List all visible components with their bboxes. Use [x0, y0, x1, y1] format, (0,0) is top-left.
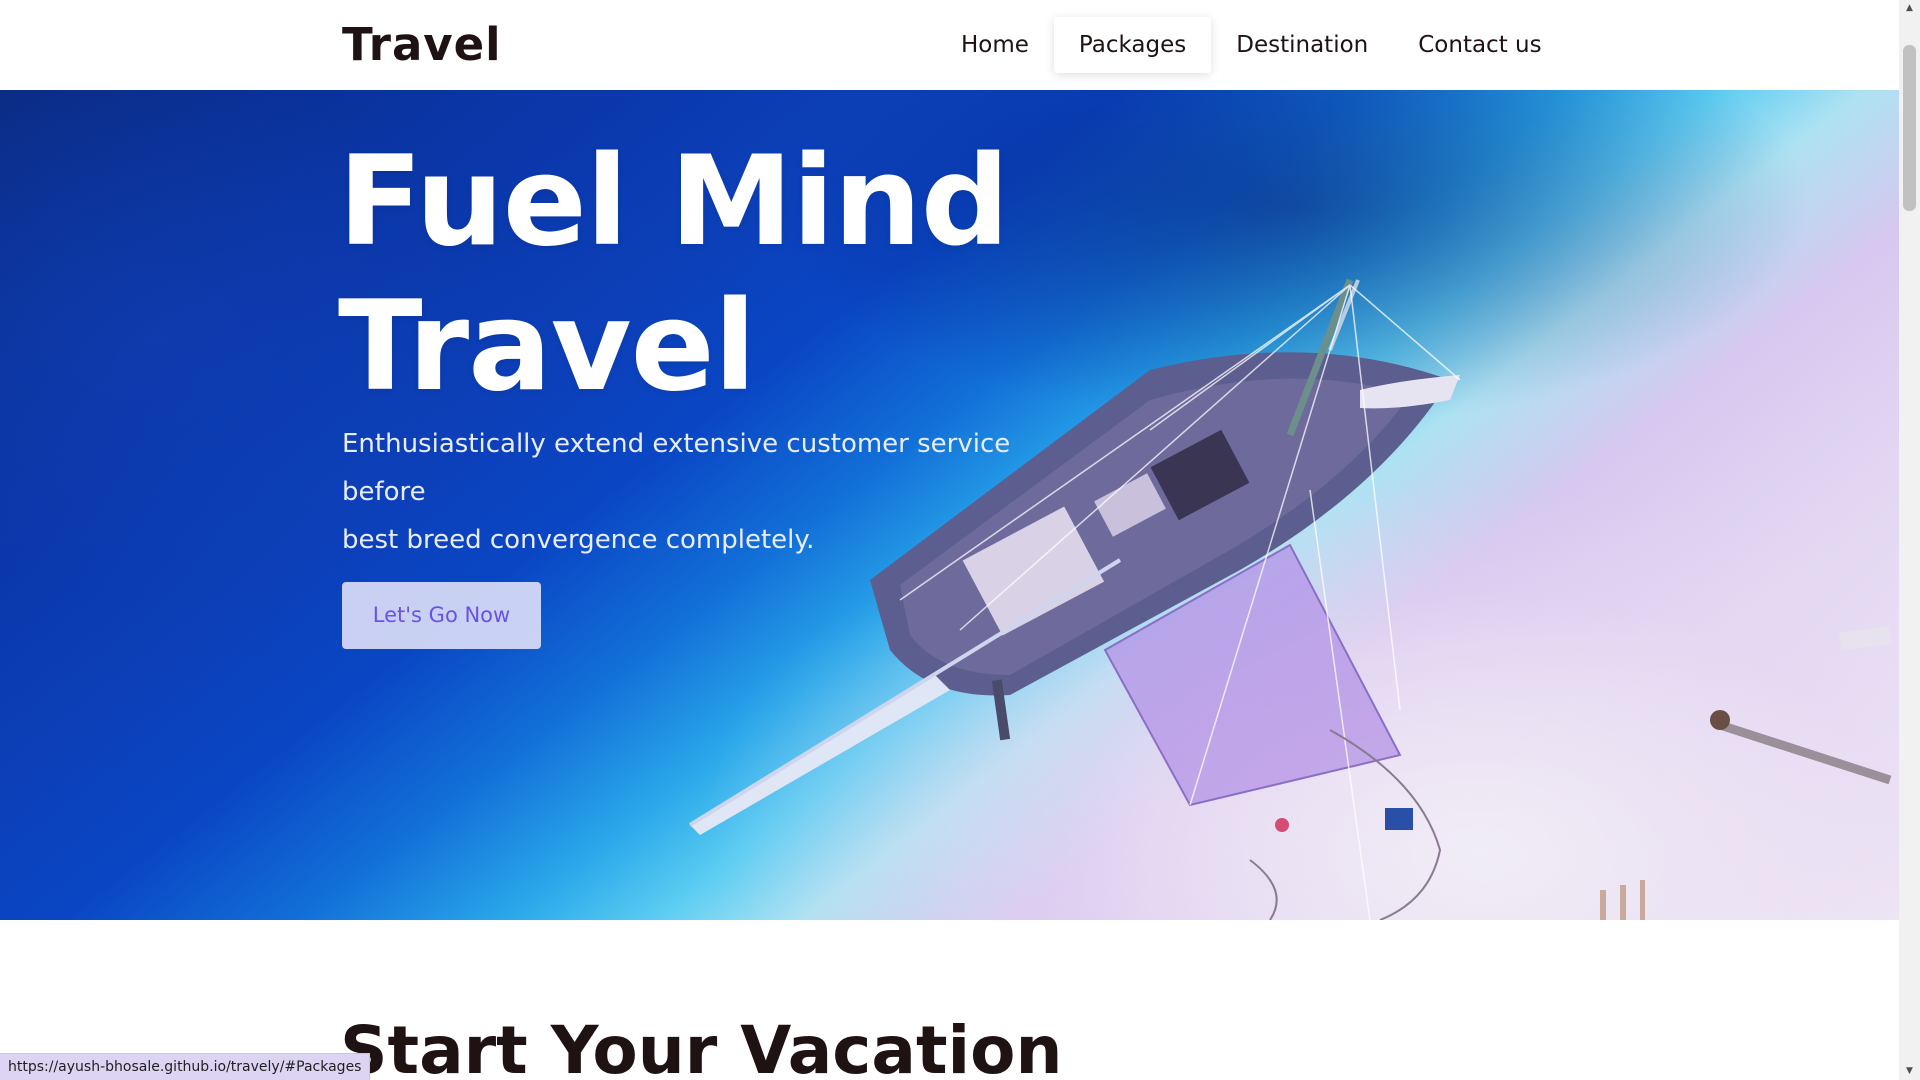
hero-title-line1: Fuel Mind — [338, 130, 1010, 274]
section-title: Start Your Vacation — [340, 1012, 1063, 1080]
hero-title: Fuel Mind Travel — [338, 130, 1010, 420]
nav-home[interactable]: Home — [936, 17, 1054, 73]
status-bar-url: https://ayush-bhosale.github.io/travely/… — [0, 1053, 371, 1080]
site-header: Travel Home Packages Destination Contact… — [0, 0, 1899, 90]
page-scrollbar[interactable]: ▲ ▼ — [1899, 0, 1920, 1080]
lets-go-now-button[interactable]: Let's Go Now — [342, 582, 541, 649]
main-nav: Home Packages Destination Contact us — [936, 17, 1567, 73]
hero-title-line2: Travel — [338, 275, 756, 419]
nav-packages[interactable]: Packages — [1053, 17, 1212, 73]
scroll-up-icon[interactable]: ▲ — [1899, 0, 1920, 17]
scroll-down-icon[interactable]: ▼ — [1899, 1063, 1920, 1080]
nav-destination[interactable]: Destination — [1211, 17, 1393, 73]
hero-subtitle-line1: Enthusiastically extend extensive custom… — [342, 429, 1011, 507]
scroll-thumb[interactable] — [1903, 45, 1916, 211]
hero-subtitle: Enthusiastically extend extensive custom… — [342, 420, 1102, 564]
hero-section: Fuel Mind Travel Enthusiastically extend… — [0, 90, 1899, 920]
site-logo[interactable]: Travel — [342, 18, 502, 71]
hero-subtitle-line2: best breed convergence completely. — [342, 525, 815, 555]
nav-contact-us[interactable]: Contact us — [1393, 17, 1566, 73]
